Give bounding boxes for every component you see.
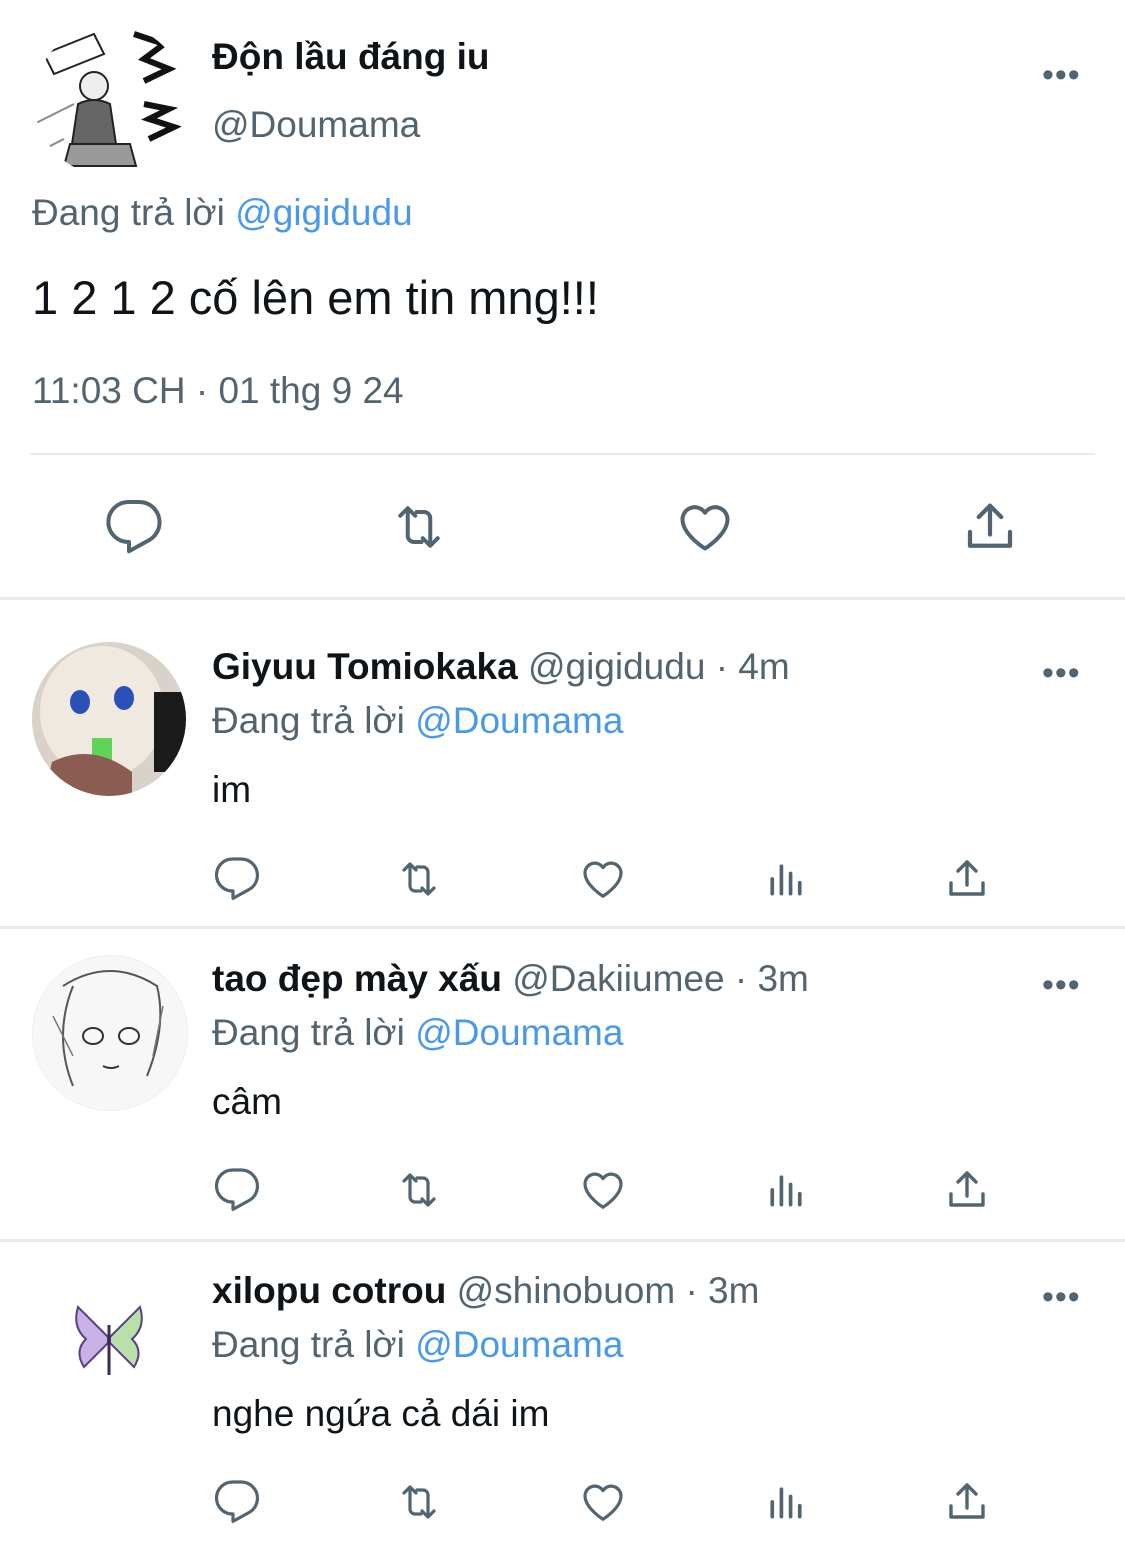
share-icon[interactable]	[943, 855, 991, 903]
reply-icon[interactable]	[104, 497, 164, 557]
more-options-icon[interactable]: •••	[1042, 1280, 1081, 1314]
reply-icon[interactable]	[213, 1166, 261, 1214]
replying-mention[interactable]: @Doumama	[415, 1012, 623, 1053]
reply-text: im	[212, 769, 252, 810]
reply-header: tao đẹp mày xấu @Dakiiumee · 3m	[212, 958, 809, 1000]
reply-display-name[interactable]: xilopu cotrou	[212, 1270, 446, 1311]
analytics-icon[interactable]	[764, 1480, 808, 1524]
replying-to: Đang trả lời @Doumama	[212, 1012, 623, 1054]
replying-prefix: Đang trả lời	[212, 1324, 405, 1365]
author-handle[interactable]: @Doumama	[212, 104, 420, 146]
reply-header: xilopu cotrou @shinobuom · 3m	[212, 1270, 759, 1312]
reply-handle-time[interactable]: @gigidudu · 4m	[528, 646, 790, 687]
retweet-icon[interactable]	[392, 855, 446, 903]
share-icon[interactable]	[943, 1166, 991, 1214]
heart-icon[interactable]	[674, 497, 736, 557]
share-icon[interactable]	[960, 497, 1020, 557]
replying-prefix: Đang trả lời	[212, 1012, 405, 1053]
divider	[0, 1239, 1125, 1242]
replying-prefix: Đang trả lời	[32, 192, 225, 233]
more-options-icon[interactable]: •••	[1042, 656, 1081, 690]
replying-mention[interactable]: @Doumama	[415, 1324, 623, 1365]
author-display-name[interactable]: Độn lầu đáng iu	[212, 36, 489, 78]
heart-icon[interactable]	[578, 1166, 628, 1214]
reply-header: Giyuu Tomiokaka @gigidudu · 4m	[212, 646, 790, 688]
reply-avatar[interactable]	[32, 1265, 186, 1419]
reply-handle-time[interactable]: @Dakiiumee · 3m	[512, 958, 809, 999]
divider	[0, 926, 1125, 929]
retweet-icon[interactable]	[392, 1478, 446, 1526]
heart-icon[interactable]	[578, 855, 628, 903]
reply-avatar[interactable]	[32, 955, 188, 1111]
reply-handle-time[interactable]: @shinobuom · 3m	[457, 1270, 760, 1311]
tweet-timestamp[interactable]: 11:03 CH · 01 thg 9 24	[32, 370, 404, 412]
replying-to: Đang trả lời @gigidudu	[32, 192, 413, 234]
tweet-text: 1 2 1 2 cố lên em tin mng!!!	[32, 271, 599, 324]
replying-to: Đang trả lời @Doumama	[212, 1324, 623, 1366]
replying-mention[interactable]: @Doumama	[415, 700, 623, 741]
reply-text: câm	[212, 1081, 282, 1122]
reply-display-name[interactable]: Giyuu Tomiokaka	[212, 646, 518, 687]
analytics-icon[interactable]	[764, 1168, 808, 1212]
divider	[0, 597, 1125, 600]
divider	[30, 453, 1095, 455]
reply-icon[interactable]	[213, 855, 261, 903]
more-options-icon[interactable]: •••	[1042, 968, 1081, 1002]
replying-prefix: Đang trả lời	[212, 700, 405, 741]
retweet-icon[interactable]	[392, 1166, 446, 1214]
author-avatar[interactable]	[34, 24, 186, 176]
analytics-icon[interactable]	[764, 857, 808, 901]
reply-display-name[interactable]: tao đẹp mày xấu	[212, 958, 502, 999]
replying-to: Đang trả lời @Doumama	[212, 700, 623, 742]
retweet-icon[interactable]	[386, 497, 452, 557]
heart-icon[interactable]	[578, 1478, 628, 1526]
replying-mention[interactable]: @gigidudu	[235, 192, 412, 233]
reply-icon[interactable]	[213, 1478, 261, 1526]
more-options-icon[interactable]: •••	[1042, 58, 1081, 92]
reply-text: nghe ngứa cả dái im	[212, 1393, 550, 1434]
reply-avatar[interactable]	[32, 642, 186, 796]
share-icon[interactable]	[943, 1478, 991, 1526]
